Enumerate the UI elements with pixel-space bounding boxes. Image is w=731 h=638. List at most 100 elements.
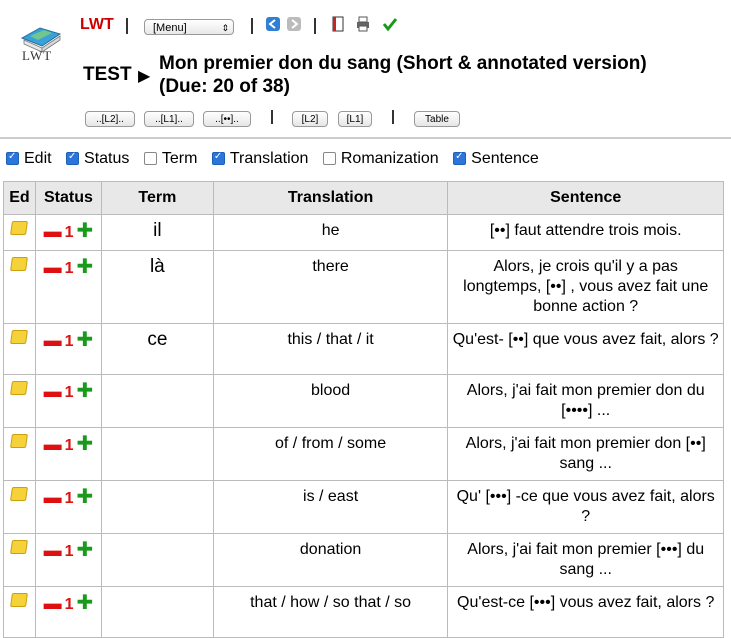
edit-note-icon[interactable] [10,330,29,344]
status-value: 1 [64,490,74,507]
status-cell: ▬ 1 ✚ [34,323,102,375]
increase-status-icon[interactable]: ✚ [77,256,94,278]
edit-checkbox[interactable] [6,151,19,166]
filter-status[interactable]: Status [66,150,129,168]
sentence-cell: Qu' [•••] -ce que vous avez fait, alors … [447,480,724,534]
page-title: Mon premier don du sang (Short & annotat… [159,52,719,98]
lwt-home-link[interactable]: LWT [80,16,114,34]
increase-status-icon[interactable]: ✚ [77,486,94,508]
translation-checkbox[interactable] [211,151,225,166]
sentence-cell: [••] faut attendre trois mois. [447,214,724,251]
table-row: ▬ 1 ✚ is / east Qu' [•••] -ce que vous avez … [3,480,724,534]
ed-cell [3,480,36,534]
sentence-checkbox[interactable] [453,151,467,166]
increase-status-icon[interactable]: ✚ [77,539,94,561]
test-l1-button[interactable]: [L1] [338,111,372,127]
increase-status-icon[interactable]: ✚ [77,380,94,402]
ed-cell [3,250,36,324]
filter-label: Term [161,150,198,167]
decrease-status-icon[interactable]: ▬ [44,330,62,350]
term-cell [100,427,214,481]
status-cell: ▬ 1 ✚ [34,374,102,428]
table-row: ▬ 1 ✚ ce this / that / it Qu'est- [••] que vo… [3,323,724,375]
romanization-checkbox[interactable] [322,152,336,166]
test-l1-context-button[interactable]: ..[L1].. [144,111,194,127]
book-icon[interactable] [330,16,346,32]
separator [126,18,128,34]
table-row: ▬ 1 ✚ donation Alors, j'ai fait mon premier … [3,533,724,587]
status-cell: ▬ 1 ✚ [34,586,102,638]
status-cell: ▬ 1 ✚ [34,250,102,324]
table-row: ▬ 1 ✚ blood Alors, j'ai fait mon premier don… [3,374,724,428]
filter-translation[interactable]: Translation [211,150,309,168]
header-sentence: Sentence [447,181,724,215]
filter-label: Status [84,150,130,167]
translation-cell: he [212,214,449,251]
edit-note-icon[interactable] [10,434,29,448]
translation-cell: this / that / it [212,323,449,375]
edit-note-icon[interactable] [10,221,29,235]
decrease-status-icon[interactable]: ▬ [44,257,62,277]
translation-cell: donation [212,533,449,587]
edit-note-icon[interactable] [10,381,29,395]
separator [392,110,394,124]
next-icon[interactable] [286,16,302,32]
test-cloze-context-button[interactable]: ..[••].. [203,111,251,127]
previous-icon[interactable] [265,16,281,32]
edit-note-icon[interactable] [10,257,29,271]
menu-select[interactable]: [Menu] ⇕ [144,19,234,35]
test-l2-context-button[interactable]: ..[L2].. [85,111,135,127]
edit-note-icon[interactable] [10,540,29,554]
status-value: 1 [64,596,74,613]
filter-label: Translation [229,150,309,167]
status-value: 1 [64,543,74,560]
decrease-status-icon[interactable]: ▬ [44,434,62,454]
term-cell: ce [100,323,214,375]
decrease-status-icon[interactable]: ▬ [44,381,62,401]
sentence-cell: Qu'est-ce [•••] vous avez fait, alors ? [447,586,724,638]
ed-cell [3,533,36,587]
term-cell [100,374,214,428]
table-row: ▬ 1 ✚ of / from / some Alors, j'ai fait mon … [3,427,724,481]
separator [271,110,273,124]
term-cell: là [100,250,214,324]
filter-edit[interactable]: Edit [6,150,52,168]
print-icon[interactable] [355,16,371,32]
decrease-status-icon[interactable]: ▬ [44,221,62,241]
check-icon[interactable] [382,16,398,32]
translation-cell: is / east [212,480,449,534]
increase-status-icon[interactable]: ✚ [77,592,94,614]
increase-status-icon[interactable]: ✚ [77,433,94,455]
table-row: ▬ 1 ✚ là there Alors, je crois qu'il y a pas … [3,250,724,324]
header-ed: Ed [3,181,36,215]
table-button[interactable]: Table [414,111,460,127]
term-cell [100,480,214,534]
translation-cell: of / from / some [212,427,449,481]
status-checkbox[interactable] [66,151,80,166]
sentence-cell: Alors, j'ai fait mon premier don du [•••… [447,374,724,428]
filter-romanization[interactable]: Romanization [322,150,439,168]
sentence-cell: Qu'est- [••] que vous avez fait, alors ? [447,323,724,375]
decrease-status-icon[interactable]: ▬ [44,593,62,613]
decrease-status-icon[interactable]: ▬ [44,487,62,507]
term-checkbox[interactable] [143,152,157,166]
status-cell: ▬ 1 ✚ [34,214,102,251]
increase-status-icon[interactable]: ✚ [77,329,94,351]
term-cell: il [100,214,214,251]
status-value: 1 [64,224,74,241]
increase-status-icon[interactable]: ✚ [77,220,94,242]
status-cell: ▬ 1 ✚ [34,427,102,481]
edit-note-icon[interactable] [10,487,29,501]
decrease-status-icon[interactable]: ▬ [44,540,62,560]
filter-term[interactable]: Term [143,150,198,168]
sentence-cell: Alors, je crois qu'il y a pas longtemps,… [447,250,724,324]
test-table: Ed Status Term Translation Sentence ▬ 1 ✚ i… [3,181,724,638]
title-line-1: Mon premier don du sang (Short & annotat… [159,53,647,74]
divider [0,137,731,139]
edit-note-icon[interactable] [10,593,29,607]
test-l2-button[interactable]: [L2] [292,111,328,127]
column-filters: Edit Status Term Translation Romanizatio… [6,150,549,168]
filter-sentence[interactable]: Sentence [453,150,539,168]
logo-text: LWT [22,48,53,63]
sentence-cell: Alors, j'ai fait mon premier don [••] sa… [447,427,724,481]
